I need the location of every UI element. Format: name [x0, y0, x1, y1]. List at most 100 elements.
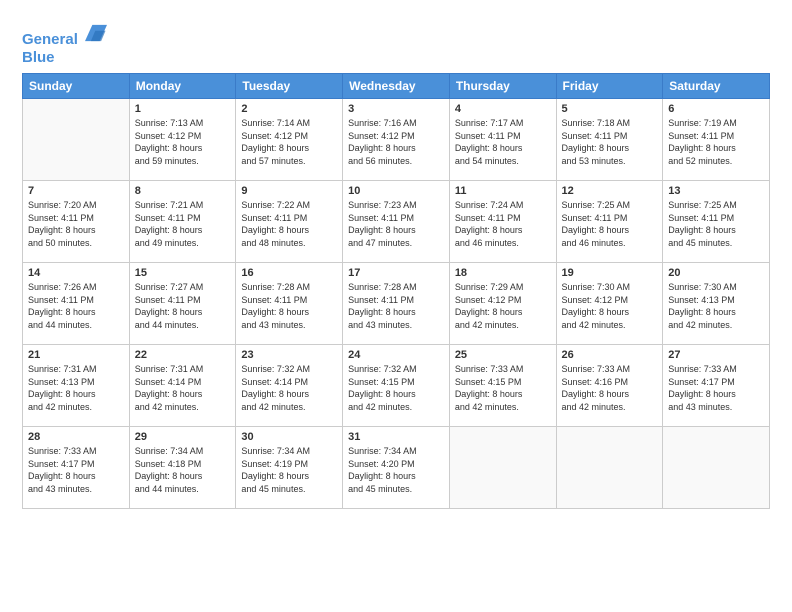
- day-info: Sunrise: 7:33 AM Sunset: 4:15 PM Dayligh…: [455, 363, 551, 413]
- day-cell: 29 Sunrise: 7:34 AM Sunset: 4:18 PM Dayli…: [129, 427, 236, 509]
- day-number: 29: [135, 431, 231, 443]
- day-cell: 7Sunrise: 7:20 AM Sunset: 4:11 PM Daylig…: [23, 181, 130, 263]
- day-number: 8: [135, 185, 231, 197]
- day-cell: 21 Sunrise: 7:31 AM Sunset: 4:13 PM Dayli…: [23, 345, 130, 427]
- day-cell: [23, 99, 130, 181]
- day-number: 30: [241, 431, 337, 443]
- logo: General Blue: [22, 22, 107, 67]
- day-number: 27: [668, 349, 764, 361]
- day-number: 7: [28, 185, 124, 197]
- day-cell: 3 Sunrise: 7:16 AM Sunset: 4:12 PM Daylig…: [343, 99, 450, 181]
- weekday-header-saturday: Saturday: [663, 74, 770, 99]
- day-cell: 9 Sunrise: 7:22 AM Sunset: 4:11 PM Daylig…: [236, 181, 343, 263]
- day-number: 31: [348, 431, 444, 443]
- day-cell: 2 Sunrise: 7:14 AM Sunset: 4:12 PM Daylig…: [236, 99, 343, 181]
- day-cell: 13Sunrise: 7:25 AM Sunset: 4:11 PM Dayli…: [663, 181, 770, 263]
- week-row-4: 21 Sunrise: 7:31 AM Sunset: 4:13 PM Dayli…: [23, 345, 770, 427]
- day-number: 3: [348, 103, 444, 115]
- day-cell: 11 Sunrise: 7:24 AM Sunset: 4:11 PM Dayli…: [449, 181, 556, 263]
- logo-icon: [85, 22, 107, 44]
- day-info: Sunrise: 7:34 AM Sunset: 4:20 PM Dayligh…: [348, 445, 444, 495]
- day-cell: 31 Sunrise: 7:34 AM Sunset: 4:20 PM Dayli…: [343, 427, 450, 509]
- day-number: 18: [455, 267, 551, 279]
- day-cell: 14Sunrise: 7:26 AM Sunset: 4:11 PM Dayli…: [23, 263, 130, 345]
- week-row-1: 1Sunrise: 7:13 AM Sunset: 4:12 PM Daylig…: [23, 99, 770, 181]
- day-number: 25: [455, 349, 551, 361]
- day-number: 20: [668, 267, 764, 279]
- day-cell: 6Sunrise: 7:19 AM Sunset: 4:11 PM Daylig…: [663, 99, 770, 181]
- day-cell: 16 Sunrise: 7:28 AM Sunset: 4:11 PM Dayli…: [236, 263, 343, 345]
- day-number: 1: [135, 103, 231, 115]
- day-info: Sunrise: 7:21 AM Sunset: 4:11 PM Dayligh…: [135, 199, 231, 249]
- weekday-header-tuesday: Tuesday: [236, 74, 343, 99]
- day-number: 16: [241, 267, 337, 279]
- day-info: Sunrise: 7:22 AM Sunset: 4:11 PM Dayligh…: [241, 199, 337, 249]
- week-row-3: 14Sunrise: 7:26 AM Sunset: 4:11 PM Dayli…: [23, 263, 770, 345]
- day-info: Sunrise: 7:28 AM Sunset: 4:11 PM Dayligh…: [241, 281, 337, 331]
- weekday-header-friday: Friday: [556, 74, 663, 99]
- day-cell: 8 Sunrise: 7:21 AM Sunset: 4:11 PM Daylig…: [129, 181, 236, 263]
- weekday-header-monday: Monday: [129, 74, 236, 99]
- day-number: 13: [668, 185, 764, 197]
- day-info: Sunrise: 7:16 AM Sunset: 4:12 PM Dayligh…: [348, 117, 444, 167]
- day-info: Sunrise: 7:29 AM Sunset: 4:12 PM Dayligh…: [455, 281, 551, 331]
- day-number: 17: [348, 267, 444, 279]
- week-row-2: 7Sunrise: 7:20 AM Sunset: 4:11 PM Daylig…: [23, 181, 770, 263]
- day-number: 22: [135, 349, 231, 361]
- day-info: Sunrise: 7:34 AM Sunset: 4:19 PM Dayligh…: [241, 445, 337, 495]
- day-number: 5: [562, 103, 658, 115]
- day-cell: 15 Sunrise: 7:27 AM Sunset: 4:11 PM Dayli…: [129, 263, 236, 345]
- day-cell: [449, 427, 556, 509]
- day-cell: 17 Sunrise: 7:28 AM Sunset: 4:11 PM Dayli…: [343, 263, 450, 345]
- day-number: 6: [668, 103, 764, 115]
- day-info: Sunrise: 7:33 AM Sunset: 4:17 PM Dayligh…: [668, 363, 764, 413]
- header: General Blue: [22, 18, 770, 67]
- day-info: Sunrise: 7:23 AM Sunset: 4:11 PM Dayligh…: [348, 199, 444, 249]
- day-info: Sunrise: 7:33 AM Sunset: 4:16 PM Dayligh…: [562, 363, 658, 413]
- day-number: 23: [241, 349, 337, 361]
- day-info: Sunrise: 7:33 AM Sunset: 4:17 PM Dayligh…: [28, 445, 124, 495]
- day-number: 15: [135, 267, 231, 279]
- day-info: Sunrise: 7:27 AM Sunset: 4:11 PM Dayligh…: [135, 281, 231, 331]
- day-number: 11: [455, 185, 551, 197]
- day-cell: 5 Sunrise: 7:18 AM Sunset: 4:11 PM Daylig…: [556, 99, 663, 181]
- day-info: Sunrise: 7:18 AM Sunset: 4:11 PM Dayligh…: [562, 117, 658, 167]
- weekday-header-row: SundayMondayTuesdayWednesdayThursdayFrid…: [23, 74, 770, 99]
- logo-general: General: [22, 31, 78, 48]
- day-cell: 22Sunrise: 7:31 AM Sunset: 4:14 PM Dayli…: [129, 345, 236, 427]
- day-info: Sunrise: 7:24 AM Sunset: 4:11 PM Dayligh…: [455, 199, 551, 249]
- day-info: Sunrise: 7:31 AM Sunset: 4:13 PM Dayligh…: [28, 363, 124, 413]
- day-cell: 27 Sunrise: 7:33 AM Sunset: 4:17 PM Dayli…: [663, 345, 770, 427]
- day-info: Sunrise: 7:28 AM Sunset: 4:11 PM Dayligh…: [348, 281, 444, 331]
- day-number: 9: [241, 185, 337, 197]
- day-number: 2: [241, 103, 337, 115]
- day-number: 19: [562, 267, 658, 279]
- day-info: Sunrise: 7:32 AM Sunset: 4:15 PM Dayligh…: [348, 363, 444, 413]
- day-info: Sunrise: 7:30 AM Sunset: 4:13 PM Dayligh…: [668, 281, 764, 331]
- day-cell: [556, 427, 663, 509]
- day-cell: 24Sunrise: 7:32 AM Sunset: 4:15 PM Dayli…: [343, 345, 450, 427]
- day-number: 4: [455, 103, 551, 115]
- week-row-5: 28 Sunrise: 7:33 AM Sunset: 4:17 PM Dayli…: [23, 427, 770, 509]
- day-info: Sunrise: 7:14 AM Sunset: 4:12 PM Dayligh…: [241, 117, 337, 167]
- day-info: Sunrise: 7:34 AM Sunset: 4:18 PM Dayligh…: [135, 445, 231, 495]
- day-number: 10: [348, 185, 444, 197]
- day-cell: 12Sunrise: 7:25 AM Sunset: 4:11 PM Dayli…: [556, 181, 663, 263]
- day-cell: 4 Sunrise: 7:17 AM Sunset: 4:11 PM Daylig…: [449, 99, 556, 181]
- logo-text: General: [22, 22, 107, 49]
- day-cell: 20 Sunrise: 7:30 AM Sunset: 4:13 PM Dayli…: [663, 263, 770, 345]
- day-number: 12: [562, 185, 658, 197]
- day-cell: 10 Sunrise: 7:23 AM Sunset: 4:11 PM Dayli…: [343, 181, 450, 263]
- day-number: 26: [562, 349, 658, 361]
- day-cell: 1Sunrise: 7:13 AM Sunset: 4:12 PM Daylig…: [129, 99, 236, 181]
- day-cell: 19Sunrise: 7:30 AM Sunset: 4:12 PM Dayli…: [556, 263, 663, 345]
- day-number: 28: [28, 431, 124, 443]
- day-number: 21: [28, 349, 124, 361]
- weekday-header-wednesday: Wednesday: [343, 74, 450, 99]
- day-cell: 25 Sunrise: 7:33 AM Sunset: 4:15 PM Dayli…: [449, 345, 556, 427]
- day-cell: 30 Sunrise: 7:34 AM Sunset: 4:19 PM Dayli…: [236, 427, 343, 509]
- day-info: Sunrise: 7:17 AM Sunset: 4:11 PM Dayligh…: [455, 117, 551, 167]
- day-cell: 23Sunrise: 7:32 AM Sunset: 4:14 PM Dayli…: [236, 345, 343, 427]
- day-cell: 26 Sunrise: 7:33 AM Sunset: 4:16 PM Dayli…: [556, 345, 663, 427]
- logo-blue: Blue: [22, 49, 107, 67]
